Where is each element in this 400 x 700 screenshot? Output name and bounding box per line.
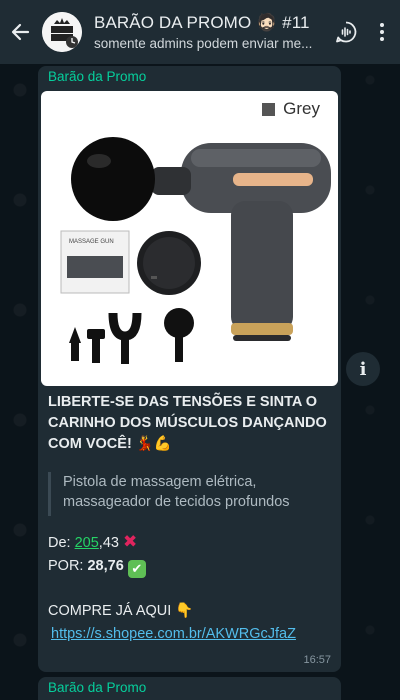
message-timestamp: 16:57 [303, 654, 331, 666]
arrow-back-icon [11, 23, 30, 41]
chat-subtitle: somente admins podem enviar me... [94, 36, 313, 51]
product-description-quote: Pistola de massagem elétrica, massageado… [48, 472, 333, 516]
group-avatar[interactable] [42, 12, 82, 52]
info-icon[interactable]: i [346, 352, 380, 386]
check-mark-icon: ✔ [127, 560, 146, 578]
call-to-action: COMPRE JÁ AQUI 👇 [48, 603, 194, 619]
chat-title-area[interactable]: BARÃO DA PROMO 🧔🏻 #11 somente admins pod… [94, 13, 328, 51]
chat-header: BARÃO DA PROMO 🧔🏻 #11 somente admins pod… [0, 0, 400, 64]
more-vert-icon [380, 23, 384, 41]
message-bubble[interactable]: Barão da Promo Grey MASSAGE GUN LIBERTE-… [38, 66, 341, 672]
color-swatch [262, 102, 276, 116]
shopee-link[interactable]: https://s.shopee.com.br/AKWRGcJfaZ [51, 626, 296, 642]
sale-price-value: 28,76 [87, 558, 124, 574]
sale-price: POR: 28,76 ✔ [48, 558, 146, 578]
original-price: De: 205,43 ✖ [48, 532, 137, 552]
box-label: MASSAGE GUN [69, 239, 114, 245]
variant-label-text: Grey [283, 99, 320, 118]
next-message-bubble[interactable]: Barão da Promo [38, 677, 341, 700]
massage-gun-illustration: MASSAGE GUN [60, 137, 331, 364]
original-price-label: De: [48, 535, 75, 551]
cross-mark-icon: ✖ [122, 532, 138, 551]
voice-chat-button[interactable] [328, 0, 364, 64]
sale-price-label: POR: [48, 558, 88, 574]
voice-chat-icon [336, 21, 357, 43]
crown-logo-icon [42, 12, 82, 52]
variant-label: Grey [262, 99, 320, 119]
back-button[interactable] [0, 0, 40, 64]
chat-title: BARÃO DA PROMO 🧔🏻 #11 [94, 13, 310, 32]
product-image[interactable]: Grey MASSAGE GUN [41, 91, 338, 386]
next-message-sender: Barão da Promo [48, 680, 147, 695]
original-price-cents: ,43 [98, 535, 119, 551]
promo-headline: LIBERTE-SE DAS TENSÕES E SINTA O CARINHO… [48, 394, 327, 452]
original-price-link[interactable]: 205 [75, 535, 99, 551]
menu-button[interactable] [364, 0, 400, 64]
message-sender: Barão da Promo [48, 69, 147, 84]
